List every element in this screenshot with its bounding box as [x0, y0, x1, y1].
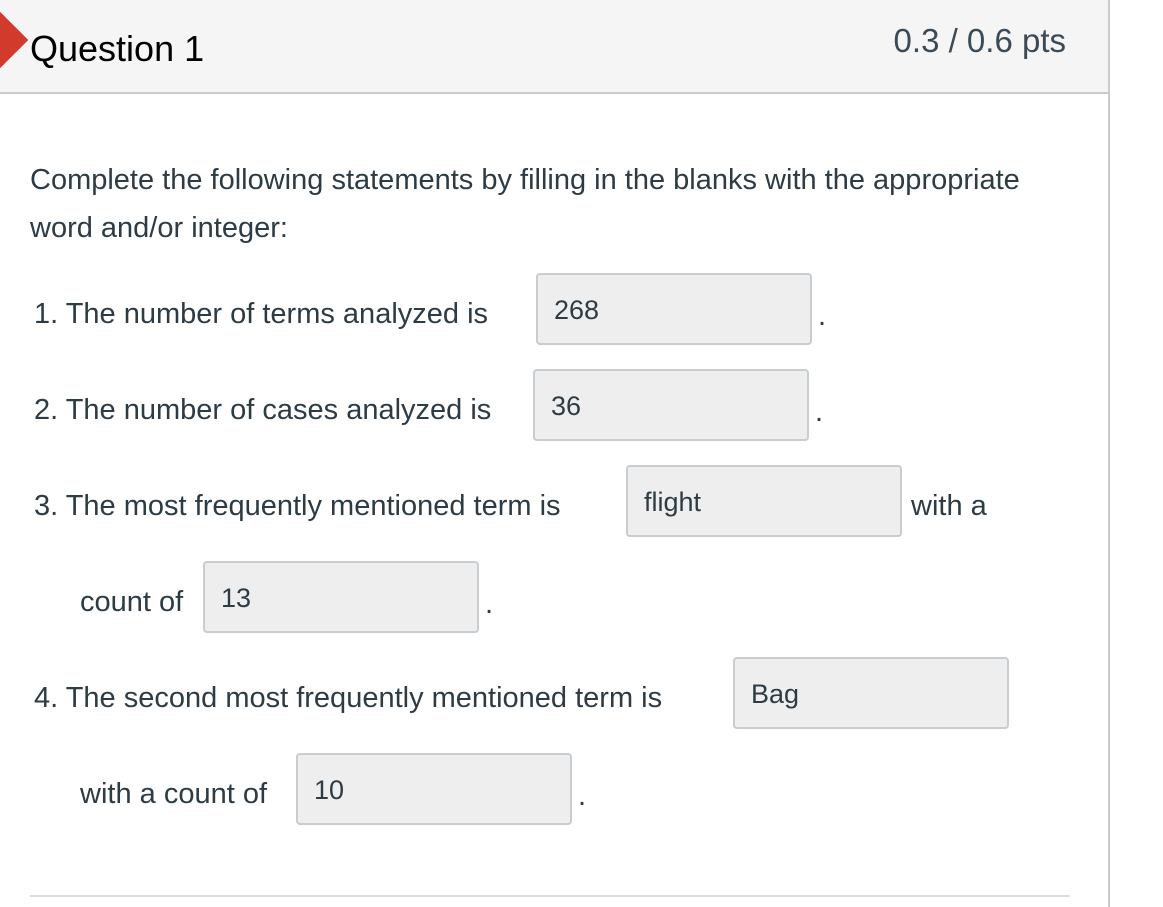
answer-box-1[interactable]: 268	[536, 273, 812, 345]
statement-4-period: .	[578, 780, 587, 812]
answer-box-4b[interactable]: 10	[296, 753, 572, 825]
statement-4-text: 4. The second most frequently mentioned …	[34, 682, 663, 714]
statement-3-suffix: with a	[911, 490, 987, 522]
panel-border	[1108, 0, 1110, 907]
quiz-page: Question 1 0.3 / 0.6 pts Complete the fo…	[0, 0, 1163, 907]
statement-2-text: 2. The number of cases analyzed is	[34, 394, 492, 426]
statement-2-period: .	[815, 396, 824, 428]
question-points: 0.3 / 0.6 pts	[893, 22, 1066, 59]
incorrect-flag-icon	[0, 11, 29, 69]
statement-3-continuation: count of	[80, 586, 184, 618]
answer-box-3[interactable]: flight	[626, 465, 902, 537]
statement-3-text: 3. The most frequently mentioned term is	[34, 490, 561, 522]
divider	[30, 895, 1070, 897]
question-header: Question 1 0.3 / 0.6 pts	[0, 0, 1108, 94]
question-instructions: Complete the following statements by fil…	[30, 164, 1020, 244]
statement-4-continuation: with a count of	[80, 778, 267, 810]
statement-1-period: .	[818, 300, 827, 332]
answer-box-3b[interactable]: 13	[203, 561, 479, 633]
answer-box-4[interactable]: Bag	[733, 657, 1009, 729]
question-title: Question 1	[30, 28, 205, 69]
statement-1-text: 1. The number of terms analyzed is	[34, 298, 489, 330]
answer-box-2[interactable]: 36	[533, 369, 809, 441]
statement-3-period: .	[485, 588, 494, 620]
